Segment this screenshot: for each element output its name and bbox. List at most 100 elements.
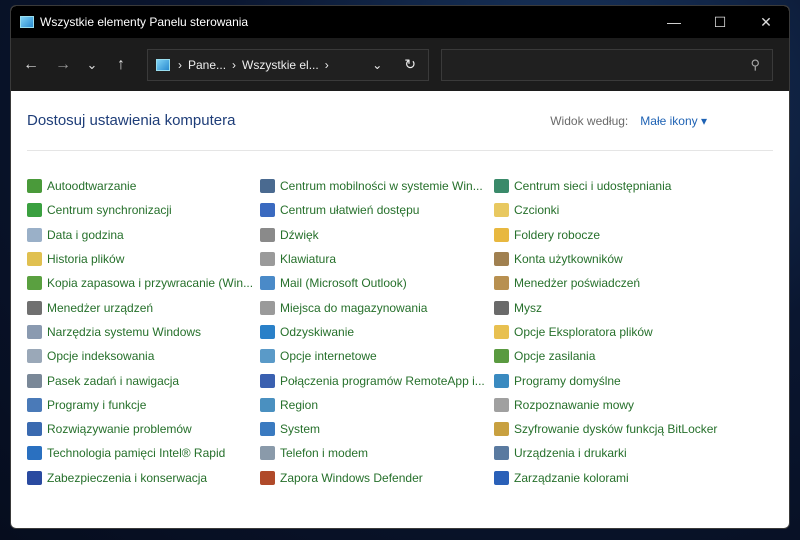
minimize-button[interactable]: — <box>651 6 697 38</box>
control-panel-item[interactable]: Szyfrowanie dysków funkcją BitLocker <box>494 417 754 441</box>
item-label: Opcje Eksploratora plików <box>514 324 653 339</box>
up-button[interactable]: ↑ <box>105 56 137 74</box>
item-label: Połączenia programów RemoteApp i... <box>280 373 485 388</box>
keyboard-icon <box>260 252 275 267</box>
control-panel-item[interactable]: Połączenia programów RemoteApp i... <box>260 368 494 392</box>
microphone-icon <box>494 397 509 412</box>
control-panel-item[interactable]: Foldery robocze <box>494 223 754 247</box>
control-panel-item[interactable]: Opcje Eksploratora plików <box>494 320 754 344</box>
system-icon <box>260 422 275 437</box>
control-panel-item[interactable]: Odzyskiwanie <box>260 320 494 344</box>
control-panel-item[interactable]: Urządzenia i drukarki <box>494 441 754 465</box>
control-panel-item[interactable]: Data i godzina <box>27 223 260 247</box>
control-panel-item[interactable]: Telefon i modem <box>260 441 494 465</box>
view-by-label: Widok według: <box>550 113 629 128</box>
close-button[interactable]: ✕ <box>743 6 789 38</box>
control-panel-item[interactable]: Opcje indeksowania <box>27 344 260 368</box>
control-panel-item[interactable]: Centrum mobilności w systemie Win... <box>260 174 494 198</box>
control-panel-item[interactable]: Region <box>260 393 494 417</box>
content-header: Dostosuj ustawienia komputera Widok wedł… <box>27 91 773 151</box>
mail-icon <box>260 276 275 291</box>
item-label: Centrum synchronizacji <box>47 203 172 218</box>
control-panel-item[interactable]: Dźwięk <box>260 223 494 247</box>
address-bar[interactable]: › Pane... › Wszystkie el... › ⌄ ↻ <box>147 48 429 81</box>
control-panel-item[interactable]: System <box>260 417 494 441</box>
control-panel-item[interactable]: Narzędzia systemu Windows <box>27 320 260 344</box>
programs-icon <box>27 397 42 412</box>
window-title: Wszystkie elementy Panelu sterowania <box>40 15 249 29</box>
control-panel-item[interactable]: Opcje internetowe <box>260 344 494 368</box>
control-panel-item[interactable]: Menedżer urządzeń <box>27 295 260 319</box>
control-panel-item[interactable]: Technologia pamięci Intel® Rapid <box>27 441 260 465</box>
item-label: Miejsca do magazynowania <box>280 300 428 315</box>
breadcrumb-all-items[interactable]: Wszystkie el... <box>242 58 319 72</box>
item-label: Mail (Microsoft Outlook) <box>280 276 407 291</box>
item-label: Opcje indeksowania <box>47 349 155 364</box>
mouse-icon <box>494 300 509 315</box>
control-panel-item[interactable]: Klawiatura <box>260 247 494 271</box>
item-label: Kopia zapasowa i przywracanie (Win... <box>47 276 254 291</box>
items-grid: Autoodtwarzanie Centrum synchronizacji Dat… <box>27 174 773 490</box>
control-panel-item[interactable]: Menedżer poświadczeń <box>494 271 754 295</box>
fonts-icon <box>494 203 509 218</box>
control-panel-item[interactable]: Miejsca do magazynowania <box>260 295 494 319</box>
internet-options-icon <box>260 349 275 364</box>
control-panel-item[interactable]: Opcje zasilania <box>494 344 754 368</box>
control-panel-item[interactable]: Kopia zapasowa i przywracanie (Win... <box>27 271 260 295</box>
maximize-button[interactable]: ☐ <box>697 6 743 38</box>
recent-locations-button[interactable]: ⌄ <box>79 57 105 73</box>
item-label: Odzyskiwanie <box>280 324 355 339</box>
item-label: Autoodtwarzanie <box>47 179 137 194</box>
indexing-icon <box>27 349 42 364</box>
clock-icon <box>27 227 42 242</box>
breadcrumb-panel[interactable]: Pane... <box>188 58 226 72</box>
control-panel-item[interactable]: Pasek zadań i nawigacja <box>27 368 260 392</box>
control-panel-item[interactable]: Centrum sieci i udostępniania <box>494 174 754 198</box>
item-label: Foldery robocze <box>514 227 601 242</box>
item-label: Centrum sieci i udostępniania <box>514 179 672 194</box>
globe-icon <box>260 397 275 412</box>
mobility-icon <box>260 179 275 194</box>
phone-modem-icon <box>260 446 275 461</box>
control-panel-item[interactable]: Programy domyślne <box>494 368 754 392</box>
control-panel-item[interactable]: Centrum ułatwień dostępu <box>260 198 494 222</box>
control-panel-item[interactable]: Zabezpieczenia i konserwacja <box>27 466 260 490</box>
item-label: System <box>280 422 321 437</box>
control-panel-item[interactable]: Mail (Microsoft Outlook) <box>260 271 494 295</box>
control-panel-item[interactable]: Rozpoznawanie mowy <box>494 393 754 417</box>
search-input[interactable]: ⚲ <box>441 48 773 81</box>
work-folders-icon <box>494 227 509 242</box>
item-label: Telefon i modem <box>280 446 369 461</box>
control-panel-item[interactable]: Rozwiązywanie problemów <box>27 417 260 441</box>
control-panel-item[interactable]: Zarządzanie kolorami <box>494 466 754 490</box>
item-label: Programy domyślne <box>514 373 621 388</box>
control-panel-item[interactable]: Mysz <box>494 295 754 319</box>
control-panel-item[interactable]: Czcionki <box>494 198 754 222</box>
forward-button[interactable]: → <box>47 56 79 74</box>
item-label: Klawiatura <box>280 252 337 267</box>
credential-icon <box>494 276 509 291</box>
device-manager-icon <box>27 300 42 315</box>
control-panel-item[interactable]: Historia plików <box>27 247 260 271</box>
item-label: Region <box>280 397 319 412</box>
item-label: Opcje zasilania <box>514 349 596 364</box>
refresh-icon[interactable]: ↻ <box>404 56 416 73</box>
sync-icon <box>27 203 42 218</box>
control-panel-item[interactable]: Programy i funkcje <box>27 393 260 417</box>
address-dropdown-icon[interactable]: ⌄ <box>372 58 382 72</box>
view-by-dropdown[interactable]: Małe ikony ▾ <box>640 114 707 128</box>
backup-icon <box>27 276 42 291</box>
back-button[interactable]: ← <box>15 56 47 74</box>
recovery-icon <box>260 324 275 339</box>
color-management-icon <box>494 470 509 485</box>
control-panel-item[interactable]: Centrum synchronizacji <box>27 198 260 222</box>
control-panel-item[interactable]: Autoodtwarzanie <box>27 174 260 198</box>
control-panel-item[interactable]: Zapora Windows Defender <box>260 466 494 490</box>
item-label: Rozwiązywanie problemów <box>47 422 192 437</box>
title-bar: Wszystkie elementy Panelu sterowania — ☐… <box>11 6 789 38</box>
item-label: Zabezpieczenia i konserwacja <box>47 470 208 485</box>
navigation-toolbar: ← → ⌄ ↑ › Pane... › Wszystkie el... › ⌄ … <box>11 38 789 91</box>
control-panel-item[interactable]: Konta użytkowników <box>494 247 754 271</box>
item-label: Centrum mobilności w systemie Win... <box>280 179 483 194</box>
firewall-icon <box>260 470 275 485</box>
